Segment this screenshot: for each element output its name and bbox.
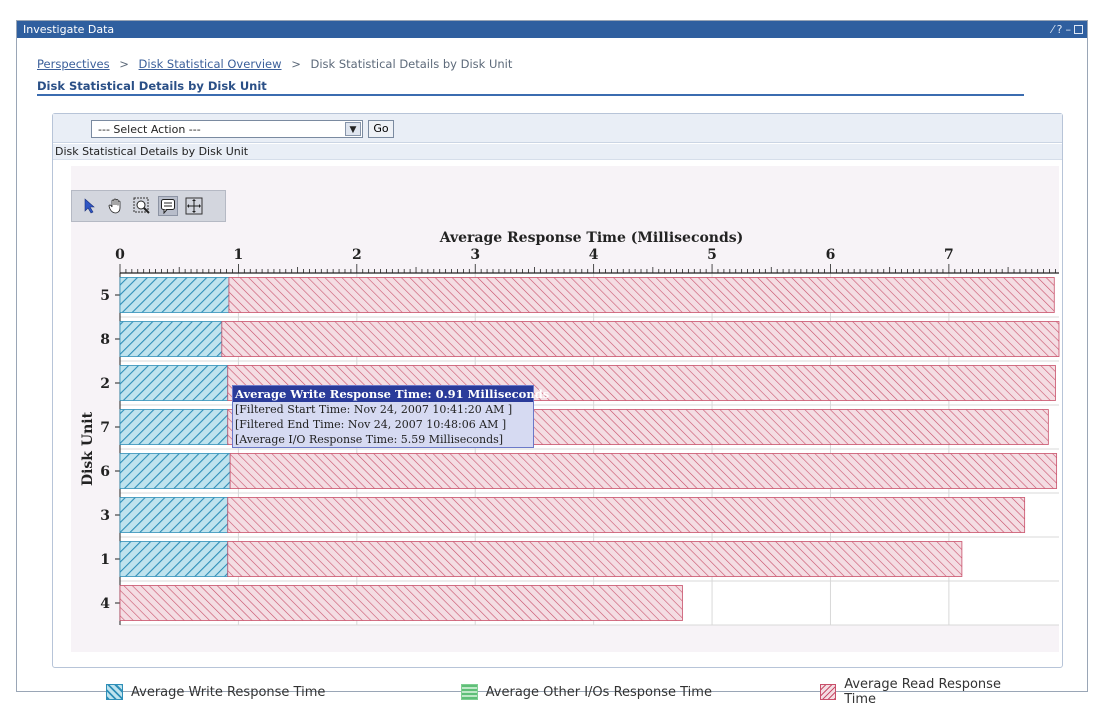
tooltip-icon[interactable] [158, 196, 178, 216]
data-tooltip: Average Write Response Time: 0.91 Millis… [232, 385, 550, 448]
pointer-icon[interactable] [80, 196, 100, 216]
tooltip-title: Average Write Response Time: 0.91 Millis… [233, 386, 550, 402]
edit-icon[interactable]: ⁄ [1052, 22, 1054, 37]
chevron-down-icon[interactable]: ▼ [345, 122, 361, 136]
help-icon[interactable]: ? [1057, 22, 1063, 37]
page-title: Disk Statistical Details by Disk Unit [37, 79, 267, 93]
select-action-dropdown[interactable]: --- Select Action --- ▼ [91, 120, 363, 138]
minimize-icon[interactable]: – [1066, 22, 1072, 37]
legend-label: Average Read Response Time [844, 677, 1001, 707]
chart-legend: Average Write Response Time Average Other… [106, 677, 1076, 707]
zoom-icon[interactable] [132, 196, 152, 216]
panel-toolbar: --- Select Action --- ▼ Go [53, 114, 1062, 143]
legend-label: Average Other I/Os Response Time [485, 684, 712, 700]
maximize-icon[interactable] [1074, 25, 1083, 34]
chart-area: Average Write Response Time Average Other… [71, 166, 1059, 707]
breadcrumb-separator: > [291, 57, 301, 71]
breadcrumb-separator: > [119, 57, 129, 71]
legend-label: Average Write Response Time [131, 684, 326, 700]
investigate-data-window: Investigate Data ⁄ ? – Perspectives > Di… [16, 20, 1088, 707]
chart-toolbar [71, 190, 226, 222]
title-divider [37, 94, 1024, 96]
breadcrumb-perspectives[interactable]: Perspectives [37, 57, 110, 71]
panel-header: Disk Statistical Details by Disk Unit [53, 144, 1062, 160]
window-title: Investigate Data [23, 23, 115, 36]
crosshair-icon[interactable] [184, 196, 204, 216]
tooltip-start-time: [Filtered Start Time: Nov 24, 2007 10:41… [235, 403, 513, 416]
tooltip-io-response: [Average I/O Response Time: 5.59 Millise… [235, 433, 504, 446]
breadcrumb-current: Disk Statistical Details by Disk Unit [310, 57, 513, 71]
chart-panel: --- Select Action --- ▼ Go Disk Statisti… [52, 113, 1063, 707]
breadcrumb: Perspectives > Disk Statistical Overview… [37, 57, 512, 71]
go-button[interactable]: Go [368, 120, 394, 138]
hand-icon[interactable] [106, 196, 126, 216]
legend-item: Average Read Response Time [820, 677, 1026, 707]
window-titlebar: Investigate Data ⁄ ? – [17, 21, 1087, 38]
window-controls: ⁄ ? – [1052, 22, 1083, 37]
select-action-value: --- Select Action --- [98, 123, 201, 136]
tooltip-end-time: [Filtered End Time: Nov 24, 2007 10:48:0… [235, 418, 507, 431]
breadcrumb-disk-statistical-overview[interactable]: Disk Statistical Overview [139, 57, 282, 71]
